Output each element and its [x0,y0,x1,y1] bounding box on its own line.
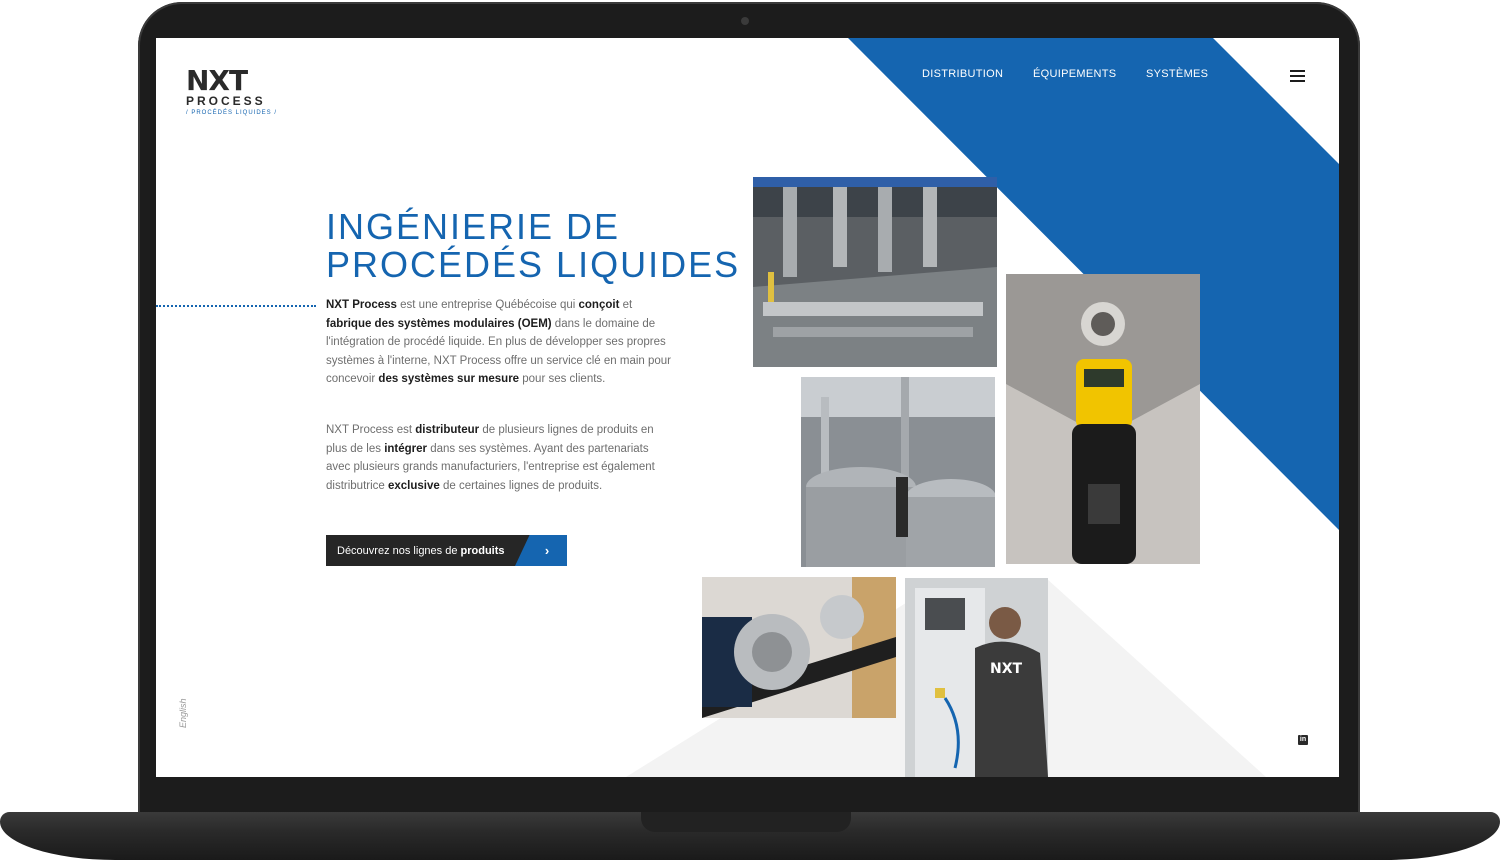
hamburger-icon[interactable] [1290,70,1305,85]
nav-item-equipements[interactable]: ÉQUIPEMENTS [1033,68,1116,80]
text-run: de certaines lignes de produits. [439,479,603,492]
cta-label: Découvrez nos lignes de produits [337,544,505,557]
text-run: NXT Process est [326,424,416,436]
laptop-notch [641,812,851,832]
language-switch-link[interactable]: English [178,698,188,728]
discover-products-button[interactable]: Découvrez nos lignes de produits › [326,535,567,566]
hero-title: INGÉNIERIE DE PROCÉDÉS LIQUIDES [326,206,741,285]
logo-tagline: / PROCÉDÉS LIQUIDES / [186,110,278,116]
photo-technician-panel: NXT [905,578,1048,777]
photo-pumps [702,577,896,718]
svg-text:NXT: NXT [990,661,1023,677]
distributor-paragraph: NXT Process est distributeur de plusieur… [326,421,676,495]
text-run: des systèmes sur mesure [378,373,520,385]
text-run: et [619,299,633,311]
text-run: exclusive [388,479,440,492]
logo-sub: PROCESS [186,94,266,108]
photo-yellow-device [1006,274,1200,564]
chevron-right-icon: › [515,535,567,566]
website-screen: NXT PROCESS / PROCÉDÉS LIQUIDES / DISTRI… [156,38,1339,777]
text-run: est une entreprise Québécoise qui [396,299,579,311]
text-run: NXT Process [326,299,397,311]
intro-paragraph: NXT Process est une entreprise Québécois… [326,296,676,389]
text-run: distributeur [415,424,480,436]
nav-item-distribution[interactable]: DISTRIBUTION [922,68,1003,80]
photo-welding-fixture [753,177,997,367]
text-run: intégrer [384,442,428,455]
logo[interactable]: NXT PROCESS / PROCÉDÉS LIQUIDES / [186,64,278,118]
text-run: conçoit [578,299,620,311]
dotted-line-decoration [156,305,316,307]
text-run: pour ses clients. [519,373,606,385]
linkedin-icon[interactable]: in [1298,735,1308,745]
camera-dot [741,17,749,25]
photo-stainless-tanks [801,377,995,567]
nav-item-systemes[interactable]: SYSTÈMES [1146,68,1208,80]
text-run: fabrique des systèmes modulaires (OEM) [326,317,552,330]
logo-mark: NXT [186,64,248,97]
